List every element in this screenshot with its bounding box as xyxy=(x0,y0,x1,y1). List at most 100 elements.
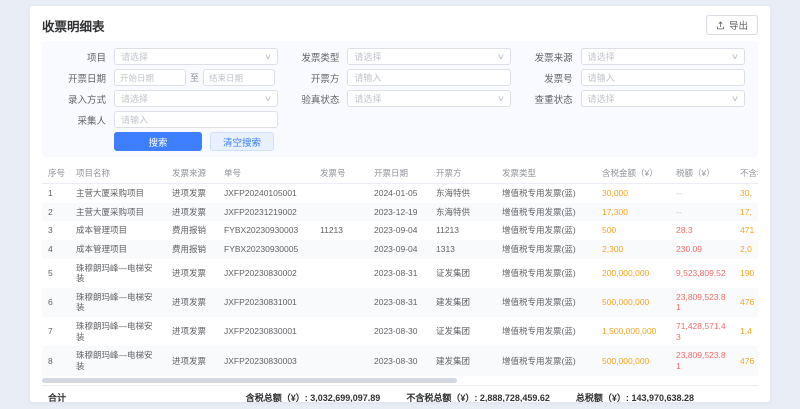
table-cell: 2 xyxy=(42,203,70,222)
table-cell: 进项发票 xyxy=(166,288,218,317)
table-body: 1主营大厦采购项目进项发票JXFP202401050012024-01-05东海… xyxy=(42,184,758,376)
invoice-table: 序号项目名称发票来源单号发票号开票日期开票方发票类型含税金额（¥）税额（¥）不含… xyxy=(42,163,758,376)
table-cell: 增值税专用发票(蓝) xyxy=(496,240,596,259)
column-header: 开票方 xyxy=(430,163,496,184)
table-cell: FYBX20230930003 xyxy=(218,221,314,240)
table-header-row: 序号项目名称发票来源单号发票号开票日期开票方发票类型含税金额（¥）税额（¥）不含… xyxy=(42,163,758,184)
table-cell: 成本管理项目 xyxy=(70,240,166,259)
table-cell xyxy=(314,346,368,375)
table-cell: 2023-08-31 xyxy=(368,288,430,317)
table-cell xyxy=(314,184,368,203)
filter-label-invoice-type: 发票类型 xyxy=(283,50,339,64)
table-row: 7珠穆朗玛峰—电梯安装进项发票JXFP202308300012023-08-30… xyxy=(42,317,758,346)
start-date-input[interactable] xyxy=(114,69,186,86)
table-cell: 增值税专用发票(蓝) xyxy=(496,259,596,288)
column-header: 单号 xyxy=(218,163,314,184)
table-cell: 2,0 xyxy=(734,240,758,259)
dup-status-placeholder: 请选择 xyxy=(588,92,615,105)
table-row: 4成本管理项目费用报销FYBX202309300052023-09-041313… xyxy=(42,240,758,259)
table-cell: 进项发票 xyxy=(166,346,218,375)
verify-status-placeholder: 请选择 xyxy=(354,92,381,105)
filter-label-verify-status: 验真状态 xyxy=(283,92,339,106)
table-cell: 500 xyxy=(596,221,670,240)
invoice-source-select[interactable]: 请选择 ∨ xyxy=(581,48,745,65)
column-header: 开票日期 xyxy=(368,163,430,184)
table-cell: 证发集团 xyxy=(430,259,496,288)
verify-status-select[interactable]: 请选择 ∨ xyxy=(347,90,511,107)
table-cell: 费用报销 xyxy=(166,221,218,240)
table-cell: 珠穆朗玛峰—电梯安装 xyxy=(70,346,166,375)
table-row: 3成本管理项目费用报销FYBX20230930003112132023-09-0… xyxy=(42,221,758,240)
table-cell: JXFP20230830001 xyxy=(218,317,314,346)
table-cell: 11213 xyxy=(430,221,496,240)
table-cell: 200,000,000 xyxy=(596,259,670,288)
filter-label-entry-method: 录入方式 xyxy=(50,92,106,106)
table-cell: 71,428,571.43 xyxy=(670,317,734,346)
table-row: 2主营大厦采购项目进项发票JXFP202312190022023-12-19东海… xyxy=(42,203,758,222)
export-button[interactable]: 导出 xyxy=(706,15,758,35)
table-cell: JXFP20230831001 xyxy=(218,288,314,317)
summary-item: 总税额（¥）: 143,970,638.28 xyxy=(576,391,694,403)
date-range-separator: 至 xyxy=(190,71,199,84)
filter-label-invoice-no: 发票号 xyxy=(517,71,573,85)
column-header: 项目名称 xyxy=(70,163,166,184)
table-cell xyxy=(314,240,368,259)
invoice-no-input[interactable] xyxy=(581,69,745,86)
column-header: 含税金额（¥） xyxy=(596,163,670,184)
chevron-down-icon: ∨ xyxy=(731,52,739,61)
invoice-source-placeholder: 请选择 xyxy=(588,50,615,63)
table-cell: 17, xyxy=(734,203,758,222)
table-cell: 增值税专用发票(蓝) xyxy=(496,346,596,375)
horizontal-scrollbar[interactable] xyxy=(42,378,758,383)
table-cell: 增值税专用发票(蓝) xyxy=(496,203,596,222)
collector-input[interactable] xyxy=(114,111,278,128)
project-select[interactable]: 请选择 ∨ xyxy=(114,48,278,65)
summary-item: 含税总额（¥）: 3,032,699,097.89 xyxy=(246,391,381,403)
card-header: 收票明细表 导出 xyxy=(42,14,758,36)
clear-search-button[interactable]: 清空搜索 xyxy=(210,132,274,151)
table-cell: 东海特供 xyxy=(430,203,496,222)
table-cell: 190 xyxy=(734,259,758,288)
table-cell: JXFP20240105001 xyxy=(218,184,314,203)
table-cell: 23,809,523.81 xyxy=(670,346,734,375)
filter-label-invoice-source: 发票来源 xyxy=(517,50,573,64)
filter-label-project: 项目 xyxy=(50,50,106,64)
table-cell: 主营大厦采购项目 xyxy=(70,184,166,203)
table-cell: 增值税专用发票(蓝) xyxy=(496,184,596,203)
filter-label-collector: 采集人 xyxy=(50,113,106,127)
table-cell: 30, xyxy=(734,184,758,203)
invoice-type-select[interactable]: 请选择 ∨ xyxy=(347,48,511,65)
search-button[interactable]: 搜索 xyxy=(114,132,202,151)
table-cell: 2023-08-31 xyxy=(368,259,430,288)
end-date-input[interactable] xyxy=(203,69,275,86)
table-cell: 9,523,809.52 xyxy=(670,259,734,288)
table-cell: FYBX20230930005 xyxy=(218,240,314,259)
table-row: 8珠穆朗玛峰—电梯安装进项发票JXFP202308300032023-08-30… xyxy=(42,346,758,375)
filter-label-dup-status: 查重状态 xyxy=(517,92,573,106)
table-cell: 6 xyxy=(42,288,70,317)
table-cell: 进项发票 xyxy=(166,184,218,203)
table-cell xyxy=(314,259,368,288)
table-cell: 建发集团 xyxy=(430,288,496,317)
table-cell: JXFP20231219002 xyxy=(218,203,314,222)
table-row: 6珠穆朗玛峰—电梯安装进项发票JXFP20230831001 2023-08-31… xyxy=(42,288,758,317)
table-cell: 8 xyxy=(42,346,70,375)
table-cell: 1313 xyxy=(430,240,496,259)
table-cell: 3 xyxy=(42,221,70,240)
table-cell: 费用报销 xyxy=(166,240,218,259)
dup-status-select[interactable]: 请选择 ∨ xyxy=(581,90,745,107)
table-cell: 230.09 xyxy=(670,240,734,259)
entry-method-select[interactable]: 请选择 ∨ xyxy=(114,90,278,107)
issuer-input[interactable] xyxy=(347,69,511,86)
column-header: 不含税金额（¥） xyxy=(734,163,758,184)
chevron-down-icon: ∨ xyxy=(497,94,505,103)
table-cell: 证发集团 xyxy=(430,317,496,346)
table-cell: 476 xyxy=(734,346,758,375)
table-cell: JXFP20230830003 xyxy=(218,346,314,375)
table-cell: 2,300 xyxy=(596,240,670,259)
table-cell xyxy=(314,317,368,346)
column-header: 税额（¥） xyxy=(670,163,734,184)
table-cell: 成本管理项目 xyxy=(70,221,166,240)
scrollbar-thumb[interactable] xyxy=(42,378,457,383)
table-cell: 珠穆朗玛峰—电梯安装 xyxy=(70,288,166,317)
